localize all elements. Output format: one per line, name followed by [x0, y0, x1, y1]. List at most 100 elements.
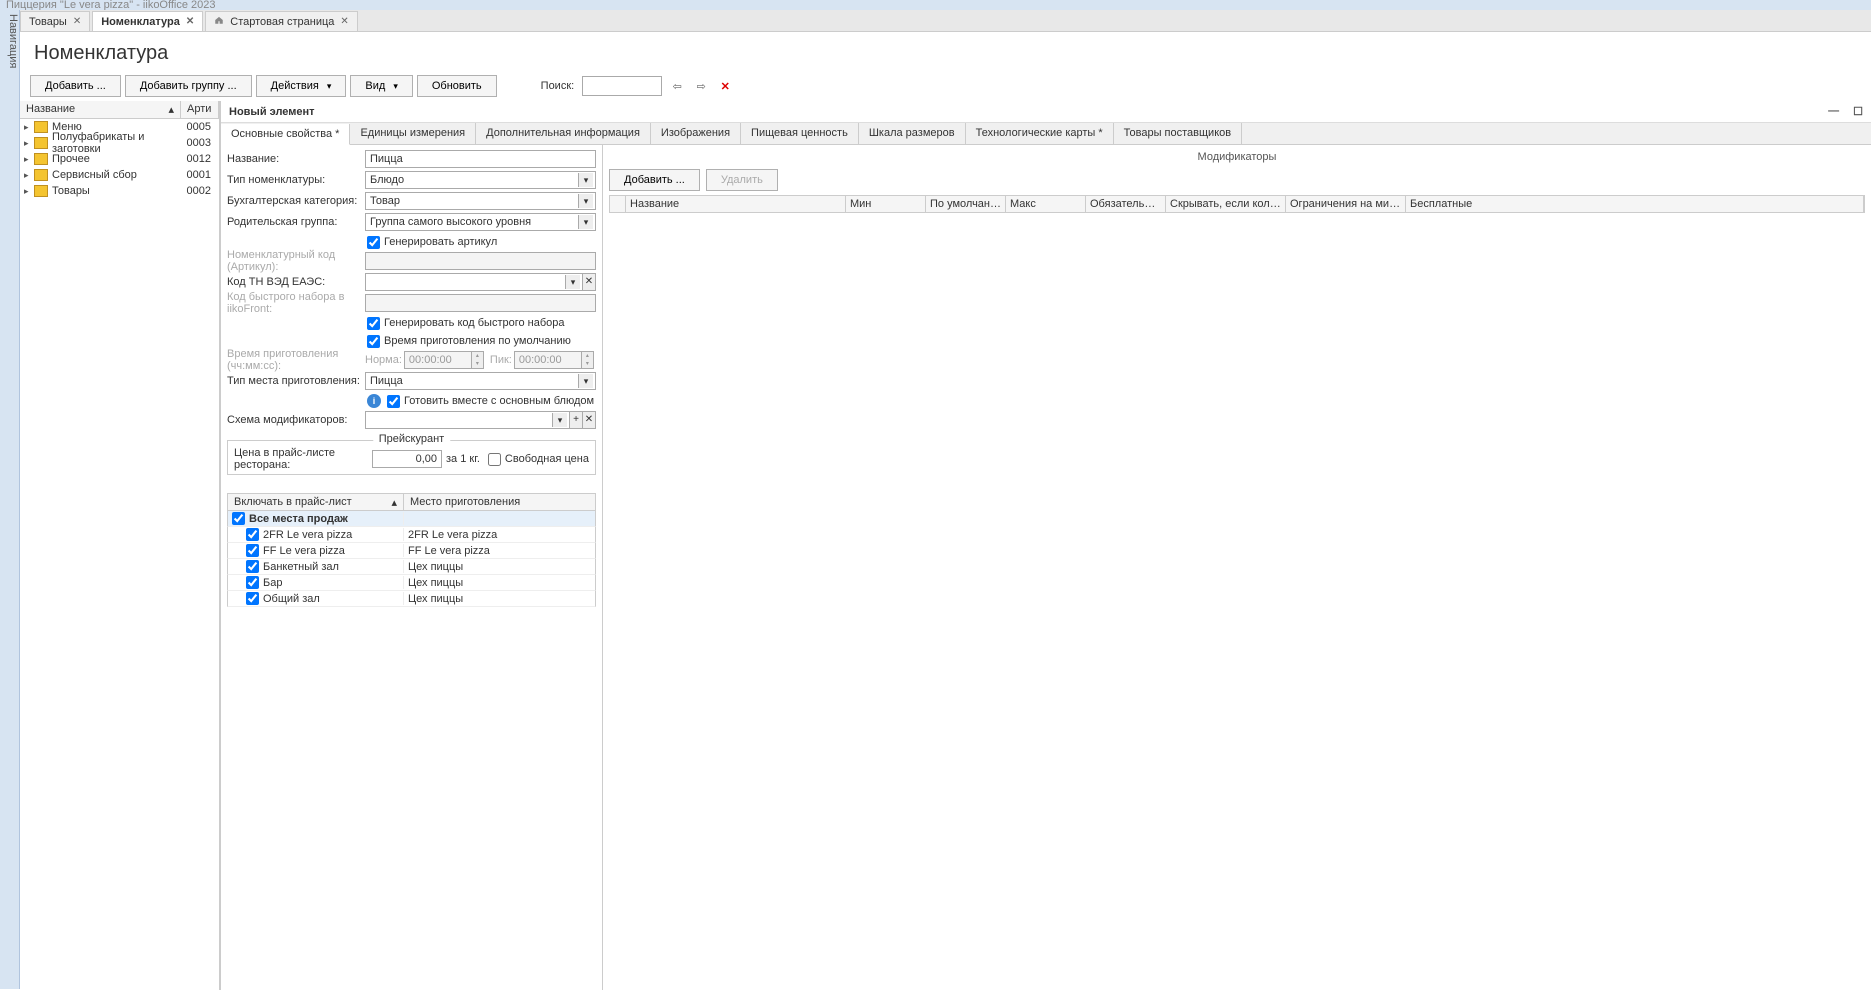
place-select[interactable]: Пицца [365, 372, 596, 390]
clear-icon[interactable]: ✕ [716, 77, 734, 95]
tab-images[interactable]: Изображения [651, 123, 741, 144]
gen-art-label: Генерировать артикул [384, 236, 497, 248]
parent-select[interactable]: Группа самого высокого уровня [365, 213, 596, 231]
scheme-select[interactable] [365, 411, 570, 429]
tab-units[interactable]: Единицы измерения [350, 123, 476, 144]
mods-delete-button[interactable]: Удалить [706, 169, 778, 191]
modifiers-header: Модификаторы [609, 149, 1865, 165]
tab-nutrition[interactable]: Пищевая ценность [741, 123, 859, 144]
tab-goods[interactable]: Товары ✕ [20, 11, 90, 31]
tree-row[interactable]: ▸Товары0002 [20, 183, 219, 199]
include-all-checkbox[interactable] [232, 512, 245, 525]
tree-row[interactable]: ▸Сервисный сбор0001 [20, 167, 219, 183]
sku-label: Номенклатурный код (Артикул): [227, 249, 365, 273]
mods-col-default[interactable]: По умолчанию [926, 196, 1006, 212]
modifiers-column: Модификаторы Добавить ... Удалить Назван… [603, 145, 1871, 990]
editor-panel: Новый элемент — ☐ Основные свойства * Ед… [220, 101, 1871, 990]
free-price-label: Свободная цена [505, 453, 589, 465]
sidebar-vertical[interactable]: Навигация [0, 10, 20, 989]
type-select[interactable]: Блюдо [365, 171, 596, 189]
include-checkbox[interactable] [246, 592, 259, 605]
name-input[interactable]: Пицца [365, 150, 596, 168]
pricelist-row[interactable]: Банкетный залЦех пиццы [227, 559, 596, 575]
prev-icon[interactable]: ⇦ [668, 77, 686, 95]
add-group-button[interactable]: Добавить группу ... [125, 75, 252, 97]
page-title: Номенклатура [20, 32, 1871, 71]
expand-icon[interactable]: ▸ [24, 154, 34, 165]
close-icon[interactable]: ✕ [186, 16, 194, 27]
tree-col-name[interactable]: Название ▴ [20, 101, 181, 118]
mods-col-required[interactable]: Обязательный [1086, 196, 1166, 212]
mods-col-max[interactable]: Макс [1006, 196, 1086, 212]
info-icon: i [367, 394, 381, 408]
refresh-button[interactable]: Обновить [417, 75, 497, 97]
expand-icon[interactable]: ▸ [24, 138, 34, 149]
add-button[interactable]: Добавить ... [30, 75, 121, 97]
folder-icon [34, 137, 48, 149]
mods-col-limit[interactable]: Ограничения на минимум ... [1286, 196, 1406, 212]
tab-tech-cards[interactable]: Технологические карты * [966, 123, 1114, 144]
close-icon[interactable]: ✕ [340, 16, 348, 27]
maximize-icon[interactable]: ☐ [1853, 105, 1863, 118]
folder-icon [34, 169, 48, 181]
tree-row[interactable]: ▸Прочее0012 [20, 151, 219, 167]
minimize-icon[interactable]: — [1828, 105, 1839, 118]
tab-nomenclature[interactable]: Номенклатура ✕ [92, 11, 203, 31]
tree-col-code[interactable]: Арти [181, 101, 219, 118]
folder-icon [34, 121, 48, 133]
gen-fast-label: Генерировать код быстрого набора [384, 317, 565, 329]
tab-main-props[interactable]: Основные свойства * [221, 124, 350, 145]
mods-col-hide[interactable]: Скрывать, если кол-во п... [1166, 196, 1286, 212]
cook-with-checkbox[interactable] [387, 395, 400, 408]
expand-icon[interactable]: ▸ [24, 186, 34, 197]
mods-col-name[interactable]: Название [626, 196, 846, 212]
pricelist-row[interactable]: БарЦех пиццы [227, 575, 596, 591]
col-include[interactable]: Включать в прайс-лист▴ [228, 494, 404, 510]
pricelist-row[interactable]: Общий залЦех пиццы [227, 591, 596, 607]
clear-scheme-button[interactable]: ✕ [582, 411, 596, 429]
pricelist-row-all[interactable]: Все места продаж [227, 511, 596, 527]
include-checkbox[interactable] [246, 576, 259, 589]
acc-select[interactable]: Товар [365, 192, 596, 210]
eaes-select[interactable] [365, 273, 583, 291]
col-place[interactable]: Место приготовления [404, 494, 595, 510]
price-unit: за 1 кг. [446, 453, 480, 465]
expand-icon[interactable]: ▸ [24, 170, 34, 181]
tab-start[interactable]: Стартовая страница ✕ [205, 11, 358, 31]
tab-extra-info[interactable]: Дополнительная информация [476, 123, 651, 144]
mods-add-button[interactable]: Добавить ... [609, 169, 700, 191]
fast-label: Код быстрого набора в iikoFront: [227, 291, 365, 315]
gen-fast-checkbox[interactable] [367, 317, 380, 330]
pricelist-row[interactable]: 2FR Le vera pizza2FR Le vera pizza [227, 527, 596, 543]
def-time-checkbox[interactable] [367, 335, 380, 348]
tab-suppliers[interactable]: Товары поставщиков [1114, 123, 1242, 144]
next-icon[interactable]: ⇨ [692, 77, 710, 95]
mods-col-free[interactable]: Бесплатные [1406, 196, 1864, 212]
gen-art-checkbox[interactable] [367, 236, 380, 249]
sidebar-label: Навигация [7, 14, 19, 68]
close-icon[interactable]: ✕ [73, 16, 81, 27]
add-scheme-button[interactable]: + [569, 411, 583, 429]
expand-icon[interactable]: ▸ [24, 122, 34, 133]
free-price-checkbox[interactable] [488, 453, 501, 466]
include-checkbox[interactable] [246, 560, 259, 573]
mods-col-min[interactable]: Мин [846, 196, 926, 212]
toolbar: Добавить ... Добавить группу ... Действи… [20, 71, 1871, 101]
price-input[interactable]: 0,00 [372, 450, 442, 468]
include-checkbox[interactable] [246, 544, 259, 557]
include-checkbox[interactable] [246, 528, 259, 541]
acc-label: Бухгалтерская категория: [227, 195, 365, 207]
view-button[interactable]: Вид [350, 75, 412, 97]
tree-row[interactable]: ▸Полуфабрикаты и заготовки0003 [20, 135, 219, 151]
tab-sizes[interactable]: Шкала размеров [859, 123, 966, 144]
mods-col-checkbox[interactable] [610, 196, 626, 212]
sku-input [365, 252, 596, 270]
search-input[interactable] [582, 76, 662, 96]
clear-eaes-button[interactable]: ✕ [582, 273, 596, 291]
pricelist-row[interactable]: FF Le vera pizzaFF Le vera pizza [227, 543, 596, 559]
folder-icon [34, 185, 48, 197]
pricelist-legend: Прейскурант [373, 433, 450, 445]
actions-button[interactable]: Действия [256, 75, 347, 97]
form-column: Название:Пицца Тип номенклатуры:Блюдо Бу… [221, 145, 603, 990]
parent-label: Родительская группа: [227, 216, 365, 228]
